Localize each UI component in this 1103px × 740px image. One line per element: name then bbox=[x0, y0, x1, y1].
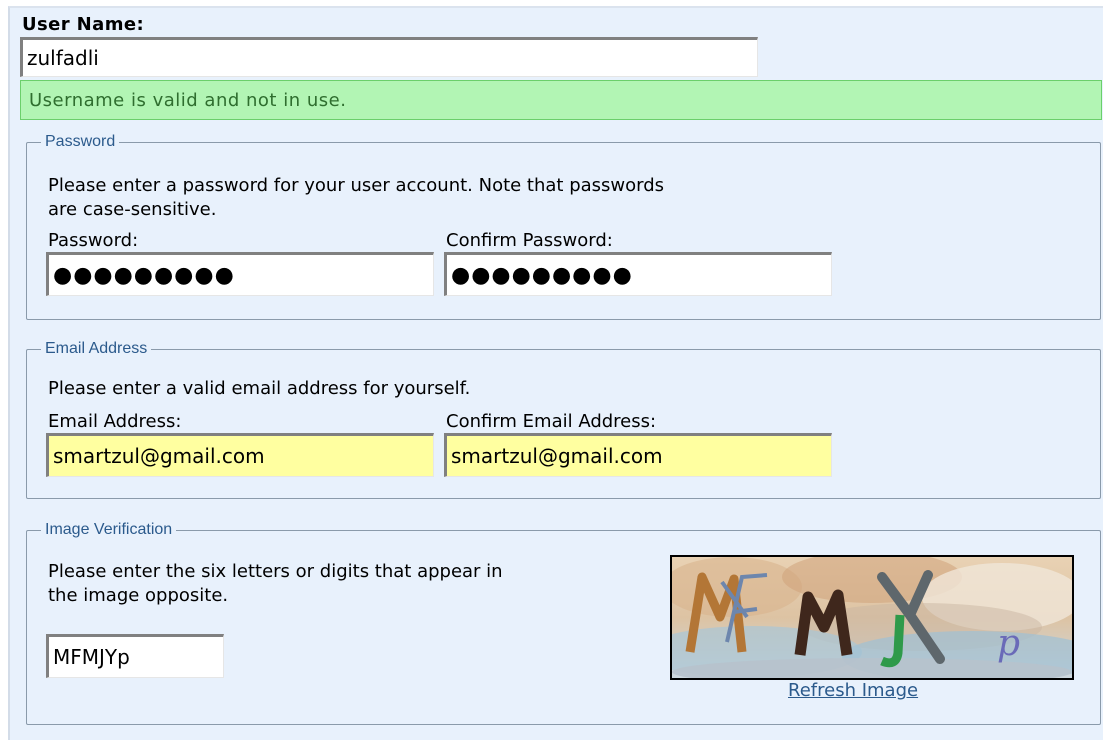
verification-code-input[interactable]: MFMJYp bbox=[46, 634, 224, 678]
confirm-password-input[interactable]: ●●●●●●●●● bbox=[444, 252, 832, 296]
username-status-message: Username is valid and not in use. bbox=[20, 80, 1102, 120]
confirm-email-label: Confirm Email Address: bbox=[446, 411, 657, 432]
captcha-image: p bbox=[670, 555, 1074, 680]
password-input[interactable]: ●●●●●●●●● bbox=[46, 252, 434, 296]
verification-description-line2: the image opposite. bbox=[48, 585, 229, 606]
svg-text:p: p bbox=[997, 623, 1020, 664]
username-label: User Name: bbox=[22, 14, 145, 35]
image-verification-legend: Image Verification bbox=[41, 519, 177, 541]
email-description: Please enter a valid email address for y… bbox=[48, 378, 471, 399]
confirm-password-label: Confirm Password: bbox=[446, 230, 613, 251]
confirm-email-input[interactable]: smartzul@gmail.com bbox=[444, 433, 832, 477]
refresh-image-link[interactable]: Refresh Image bbox=[788, 680, 918, 701]
email-legend: Email Address bbox=[41, 338, 152, 360]
password-label: Password: bbox=[48, 230, 139, 251]
password-description-line1: Please enter a password for your user ac… bbox=[48, 175, 665, 196]
verification-description-line1: Please enter the six letters or digits t… bbox=[48, 561, 503, 582]
username-input[interactable]: zulfadli bbox=[20, 37, 758, 77]
password-description-line2: are case-sensitive. bbox=[48, 199, 217, 220]
password-legend: Password bbox=[41, 131, 120, 153]
email-label: Email Address: bbox=[48, 411, 182, 432]
email-input[interactable]: smartzul@gmail.com bbox=[46, 433, 434, 477]
